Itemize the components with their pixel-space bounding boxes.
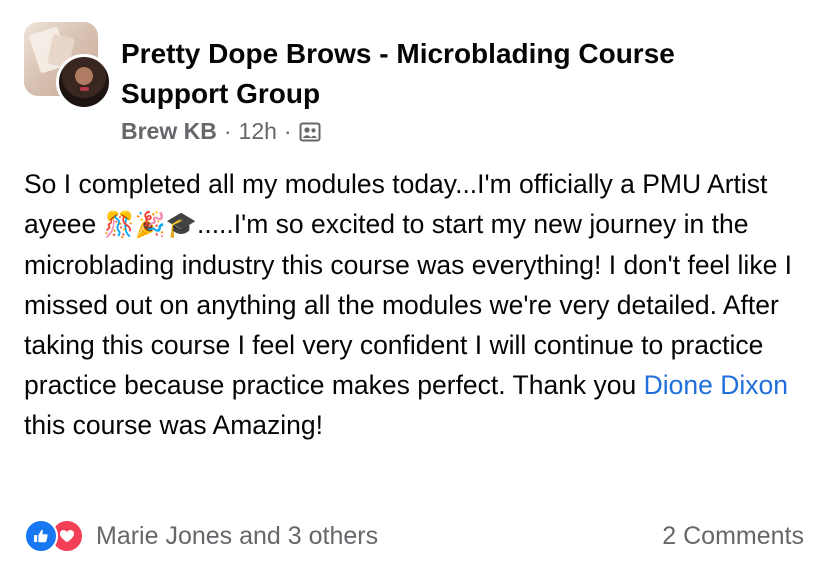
author-avatar[interactable] xyxy=(56,54,112,110)
meta-separator: · xyxy=(283,117,292,144)
meta-separator: · xyxy=(223,117,232,144)
facebook-group-post: Pretty Dope Brows - Microblading Course … xyxy=(0,0,828,570)
post-footer: Marie Jones and 3 others 2 Comments xyxy=(24,515,804,555)
group-name-link[interactable]: Pretty Dope Brows - Microblading Course … xyxy=(121,34,741,114)
post-text-end: this course was Amazing! xyxy=(24,410,323,440)
post-meta: Brew KB · 12h · xyxy=(121,116,321,146)
post-timestamp[interactable]: 12h xyxy=(239,118,277,145)
thumbs-up-icon xyxy=(24,519,58,553)
comments-count[interactable]: 2 Comments xyxy=(662,519,804,553)
group-members-icon xyxy=(299,121,321,143)
reactors-summary[interactable]: Marie Jones and 3 others xyxy=(96,519,378,553)
avatar-detail xyxy=(80,87,89,91)
author-name-link[interactable]: Brew KB xyxy=(121,118,217,145)
reaction-icons[interactable] xyxy=(24,519,92,553)
celebration-emojis: 🎊🎉🎓 xyxy=(103,210,197,239)
post-text: So I completed all my modules today...I'… xyxy=(24,164,814,445)
post-header: Pretty Dope Brows - Microblading Course … xyxy=(24,22,804,144)
mention-link[interactable]: Dione Dixon xyxy=(644,370,788,400)
